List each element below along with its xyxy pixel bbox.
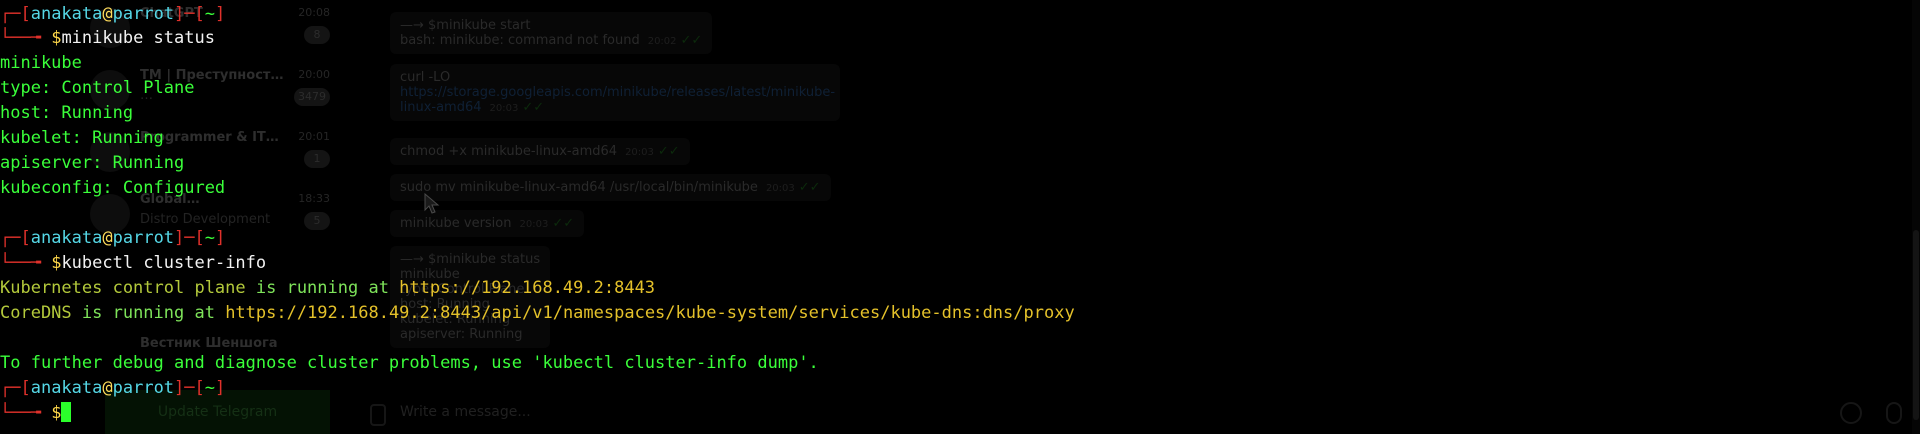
prompt-dollar: $ [51, 253, 62, 273]
command-text: kubectl cluster-info [61, 253, 267, 273]
mouse-pointer-icon [424, 193, 440, 214]
message-link: linux-amd64 [400, 100, 482, 115]
read-check-icon: ✓✓ [798, 180, 821, 195]
output-text: is running at [71, 303, 226, 323]
output-url[interactable]: https://192.168.49.2:8443/api/v1/namespa… [225, 303, 1075, 323]
prompt-bracket: ] [215, 4, 226, 24]
prompt-line: ┌─[anakata@parrot]─[~] [0, 376, 225, 401]
message-line: sudo mv minikube-linux-amd64 /usr/local/… [400, 180, 821, 195]
chat-name: Вестник Шеншога [140, 336, 278, 351]
prompt-bracket: ]─[ [174, 4, 205, 24]
prompt-bracket: ]─[ [174, 378, 205, 398]
prompt-at: @ [102, 4, 113, 24]
prompt-host: parrot [112, 228, 175, 248]
message-time: 20:03 [519, 219, 549, 230]
command-line: └──╼ $kubectl cluster-info [0, 251, 266, 276]
message-line: curl -LO [400, 70, 451, 85]
command-text: minikube status [61, 28, 215, 48]
output-line: type: Control Plane [0, 78, 195, 98]
message-time: 20:03 [625, 147, 654, 158]
output-line: minikube [0, 53, 82, 73]
output-url[interactable]: https://192.168.49.2:8443 [399, 278, 655, 298]
prompt-bracket: ┌─[ [0, 378, 31, 398]
message-line: linux-amd64 20:03 ✓✓ [400, 100, 830, 115]
message-bubble: sudo mv minikube-linux-amd64 /usr/local/… [390, 174, 831, 201]
message-text: chmod +x minikube-linux-amd64 [400, 144, 618, 159]
message-link: https://storage.googleapis.com/minikube/… [400, 85, 836, 100]
message-line: chmod +x minikube-linux-amd64 20:03 ✓✓ [400, 144, 680, 159]
message-line: minikube version 20:03 ✓✓ [400, 216, 574, 231]
message-time: 20:02 [647, 36, 677, 47]
chat-time: 20:01 [298, 130, 330, 143]
prompt-user: anakata [30, 228, 103, 248]
message-line: bash: minikube: command not found 20:02 ✓✓ [400, 33, 702, 48]
text-cursor [61, 402, 72, 422]
prompt-host: parrot [112, 378, 175, 398]
output-line: Kubernetes control plane is running at h… [0, 276, 655, 301]
message-line: —→ $minikube status [400, 252, 541, 267]
output-line: host: Running [0, 103, 134, 123]
read-check-icon: ✓✓ [657, 144, 680, 159]
prompt-bracket: ] [215, 228, 226, 248]
prompt-line: ┌─[anakata@parrot]─[~] [0, 2, 225, 27]
output-label: CoreDNS [0, 303, 72, 323]
message-line: —→ $minikube start [400, 18, 531, 33]
prompt-dir: ~ [204, 228, 216, 248]
prompt-user: anakata [30, 378, 103, 398]
output-line: CoreDNS is running at https://192.168.49… [0, 301, 1075, 326]
chat-time: 20:08 [298, 6, 330, 19]
message-line: apiserver: Running [400, 327, 523, 342]
prompt-dollar: $ [51, 403, 62, 423]
scrollbar-thumb[interactable] [1913, 230, 1919, 420]
prompt-at: @ [102, 228, 113, 248]
prompt-corner: └──╼ [0, 28, 52, 48]
prompt-user: anakata [30, 4, 103, 24]
read-check-icon: ✓✓ [680, 33, 703, 48]
prompt-line: ┌─[anakata@parrot]─[~] [0, 226, 225, 251]
message-bubble: chmod +x minikube-linux-amd64 20:03 ✓✓ [390, 138, 690, 165]
message-text: bash: minikube: command not found [400, 33, 640, 48]
prompt-host: parrot [112, 4, 175, 24]
prompt-corner: └──╼ [0, 253, 52, 273]
output-line: kubeconfig: Configured [0, 178, 226, 198]
output-line: kubelet: Running [0, 128, 164, 148]
message-text: minikube version [400, 216, 512, 231]
prompt-bracket: ] [215, 378, 226, 398]
message-input-placeholder: Write a message... [400, 404, 531, 420]
chat-time: 20:00 [298, 68, 330, 81]
message-bubble: curl -LO https://storage.googleapis.com/… [390, 64, 840, 121]
read-check-icon: ✓✓ [522, 100, 545, 115]
output-line: To further debug and diagnose cluster pr… [0, 353, 819, 373]
unread-badge: 3479 [294, 88, 330, 106]
prompt-dollar: $ [51, 28, 62, 48]
prompt-corner: └──╼ [0, 403, 52, 423]
unread-badge: 1 [304, 150, 330, 168]
microphone-icon [1886, 402, 1902, 424]
prompt-dir: ~ [204, 378, 216, 398]
message-input: Write a message... [370, 400, 870, 428]
unread-badge: 5 [304, 212, 330, 230]
prompt-dir: ~ [204, 4, 216, 24]
message-text: sudo mv minikube-linux-amd64 /usr/local/… [400, 180, 758, 195]
unread-badge: 8 [304, 26, 330, 44]
message-time: 20:03 [489, 103, 519, 114]
message-time: 20:03 [765, 183, 795, 194]
output-text: is running at [245, 278, 400, 298]
prompt-bracket: ┌─[ [0, 228, 31, 248]
output-line: apiserver: Running [0, 153, 185, 173]
chat-preview: Distro Development [140, 212, 271, 227]
command-line: └──╼ $minikube status [0, 26, 215, 51]
message-bubble: minikube version 20:03 ✓✓ [390, 210, 585, 237]
command-line[interactable]: └──╼ $ [0, 401, 72, 426]
message-bubble: —→ $minikube start bash: minikube: comma… [390, 12, 713, 54]
prompt-bracket: ┌─[ [0, 4, 31, 24]
attach-icon [370, 404, 386, 426]
read-check-icon: ✓✓ [552, 216, 575, 231]
emoji-icon [1840, 402, 1862, 424]
prompt-bracket: ]─[ [174, 228, 205, 248]
output-label: Kubernetes control plane [0, 278, 246, 298]
chat-time: 18:33 [298, 192, 330, 205]
prompt-at: @ [102, 378, 113, 398]
